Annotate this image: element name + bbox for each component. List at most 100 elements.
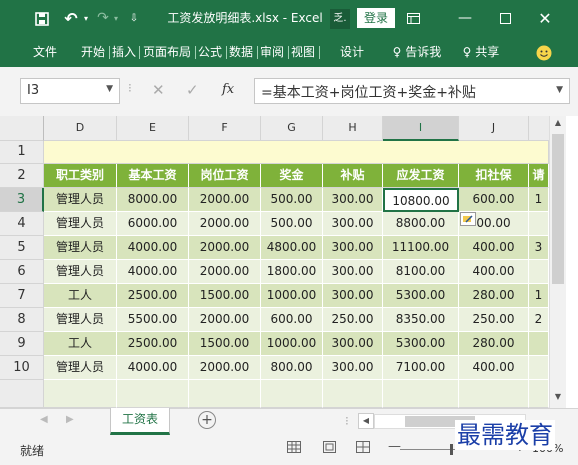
tab-review[interactable]: 审阅: [258, 37, 286, 67]
table-cell[interactable]: 600.00: [459, 188, 529, 212]
enter-icon[interactable]: ✓: [186, 81, 199, 99]
table-cell[interactable]: 300.00: [323, 188, 383, 212]
table-cell[interactable]: [529, 260, 549, 284]
formula-input[interactable]: =基本工资+岗位工资+奖金+补贴 ▼: [254, 78, 570, 104]
table-cell[interactable]: 管理人员: [44, 356, 117, 380]
column-header-e[interactable]: E: [117, 116, 189, 141]
table-cell[interactable]: 5300.00: [383, 332, 459, 356]
table-cell[interactable]: 500.00: [261, 188, 323, 212]
table-cell[interactable]: [529, 380, 549, 408]
table-cell[interactable]: 8000.00: [117, 188, 189, 212]
table-cell[interactable]: 300.00: [323, 260, 383, 284]
table-cell[interactable]: [323, 380, 383, 408]
table-cell[interactable]: [529, 332, 549, 356]
table-cell[interactable]: 4000.00: [117, 356, 189, 380]
smiley-feedback-icon[interactable]: [531, 37, 557, 67]
table-cell[interactable]: 8100.00: [383, 260, 459, 284]
table-cell[interactable]: 400.00: [459, 236, 529, 260]
row-header-1[interactable]: 1: [0, 141, 44, 164]
table-cell[interactable]: 2500.00: [117, 284, 189, 308]
table-cell[interactable]: 管理人员: [44, 236, 117, 260]
table-cell[interactable]: 管理人员: [44, 188, 117, 212]
column-header-j[interactable]: J: [459, 116, 529, 141]
share-button[interactable]: ♀ 共享: [456, 37, 506, 67]
tab-home[interactable]: 开始: [78, 37, 108, 67]
table-cell[interactable]: 管理人员: [44, 260, 117, 284]
customize-toolbar-icon[interactable]: ⇩: [128, 0, 140, 37]
tell-me-box[interactable]: ♀ 告诉我: [386, 37, 448, 67]
table-cell[interactable]: 300.00: [323, 212, 383, 236]
table-cell[interactable]: 8350.00: [383, 308, 459, 332]
table-cell[interactable]: [117, 380, 189, 408]
table-cell[interactable]: 1500.00: [189, 332, 261, 356]
table-cell[interactable]: [44, 380, 117, 408]
table-cell[interactable]: 500.00: [261, 212, 323, 236]
tab-design[interactable]: 设计: [336, 37, 368, 67]
tab-file[interactable]: 文件: [30, 37, 60, 67]
close-icon[interactable]: ✕: [530, 0, 560, 37]
row-header-8[interactable]: 8: [0, 308, 44, 332]
active-cell-i3[interactable]: 10800.00: [383, 188, 459, 212]
header-cell[interactable]: 岗位工资: [189, 164, 261, 188]
hscroll-left-icon[interactable]: ◀: [358, 413, 374, 429]
zoom-slider-thumb[interactable]: [450, 444, 453, 455]
table-cell[interactable]: 2000.00: [189, 356, 261, 380]
autofill-options-icon[interactable]: [460, 212, 476, 226]
insert-function-icon[interactable]: fx: [222, 82, 234, 97]
column-header-h[interactable]: H: [323, 116, 383, 141]
table-cell[interactable]: 5500.00: [117, 308, 189, 332]
undo-icon[interactable]: ↶: [60, 0, 82, 37]
table-cell[interactable]: 1: [529, 188, 549, 212]
table-cell[interactable]: [529, 212, 549, 236]
tab-data[interactable]: 数据: [227, 37, 255, 67]
sheet-tab-active[interactable]: 工资表: [110, 408, 170, 435]
table-cell[interactable]: 800.00: [261, 356, 323, 380]
row-header-2[interactable]: 2: [0, 164, 44, 188]
table-cell[interactable]: 管理人员: [44, 308, 117, 332]
scroll-down-icon[interactable]: ▼: [551, 392, 565, 406]
table-cell[interactable]: 6000.00: [117, 212, 189, 236]
table-cell[interactable]: 250.00: [459, 308, 529, 332]
column-header-k[interactable]: [529, 116, 549, 141]
column-header-i[interactable]: I: [383, 116, 459, 141]
table-cell[interactable]: [459, 380, 529, 408]
worksheet-grid[interactable]: DEFGHIJ1234567891011职工类别基本工资岗位工资奖金补贴应发工资…: [0, 116, 549, 408]
tab-view[interactable]: 视图: [289, 37, 317, 67]
row-header-6[interactable]: 6: [0, 260, 44, 284]
row-header-9[interactable]: 9: [0, 332, 44, 356]
ribbon-display-options-icon[interactable]: 乏.: [330, 9, 350, 29]
header-cell[interactable]: 补贴: [323, 164, 383, 188]
header-cell[interactable]: 扣社保: [459, 164, 529, 188]
table-cell[interactable]: 7100.00: [383, 356, 459, 380]
table-cell[interactable]: 2000.00: [189, 188, 261, 212]
add-sheet-icon[interactable]: +: [198, 411, 216, 429]
table-cell[interactable]: 2000.00: [189, 308, 261, 332]
header-cell[interactable]: 应发工资: [383, 164, 459, 188]
header-cell[interactable]: 奖金: [261, 164, 323, 188]
normal-view-icon[interactable]: [287, 441, 301, 456]
table-cell[interactable]: 3: [529, 236, 549, 260]
column-header-g[interactable]: G: [261, 116, 323, 141]
row-header-5[interactable]: 5: [0, 236, 44, 260]
table-cell[interactable]: 280.00: [459, 332, 529, 356]
table-cell[interactable]: [383, 380, 459, 408]
header-cell[interactable]: 基本工资: [117, 164, 189, 188]
cancel-icon[interactable]: ✕: [152, 81, 165, 99]
tab-formulas[interactable]: 公式: [196, 37, 224, 67]
table-cell[interactable]: [261, 380, 323, 408]
row-header-3[interactable]: 3: [0, 188, 44, 212]
undo-dropdown-icon[interactable]: ▾: [82, 0, 90, 37]
save-icon[interactable]: [32, 0, 52, 37]
ribbon-options-icon[interactable]: [404, 0, 422, 37]
table-cell[interactable]: 2000.00: [189, 212, 261, 236]
title-row[interactable]: [44, 141, 549, 164]
vertical-scrollbar[interactable]: ▲ ▼: [549, 116, 566, 408]
sheet-split-divider-icon[interactable]: ⁝: [345, 414, 349, 428]
table-cell[interactable]: 1: [529, 284, 549, 308]
page-layout-view-icon[interactable]: [323, 441, 336, 456]
select-all-corner[interactable]: [0, 116, 44, 141]
table-cell[interactable]: 2: [529, 308, 549, 332]
table-cell[interactable]: 4800.00: [261, 236, 323, 260]
table-cell[interactable]: 600.00: [261, 308, 323, 332]
table-cell[interactable]: 2000.00: [189, 260, 261, 284]
